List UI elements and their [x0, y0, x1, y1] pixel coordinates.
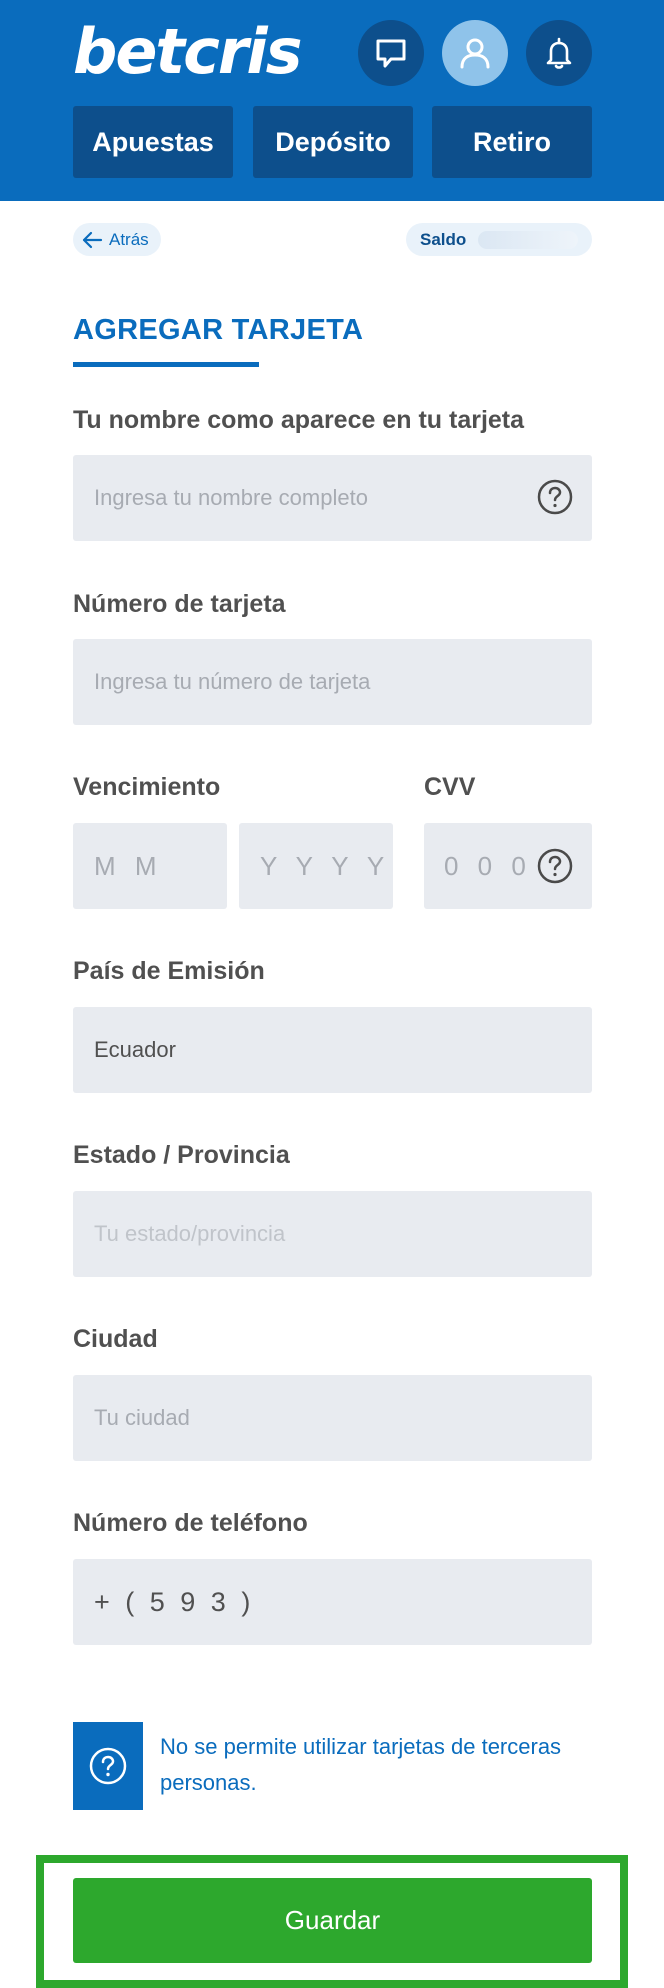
- expiry-year-placeholder: Y Y Y Y: [260, 850, 391, 881]
- title-underline: [73, 362, 259, 367]
- back-button[interactable]: Atrás: [73, 223, 161, 256]
- country-select[interactable]: Ecuador: [73, 1007, 592, 1093]
- top-header: betcris Apuestas Depósito Retiro: [0, 0, 664, 201]
- save-button[interactable]: Guardar: [73, 1878, 592, 1963]
- balance-label: Saldo: [420, 229, 467, 249]
- notifications-button[interactable]: [526, 20, 592, 86]
- name-placeholder: Ingresa tu nombre completo: [94, 485, 368, 510]
- chat-icon: [376, 39, 406, 68]
- expiry-label: Vencimiento: [73, 773, 221, 801]
- name-label: Tu nombre como aparece en tu tarjeta: [73, 406, 525, 434]
- question-icon: [89, 1747, 127, 1785]
- nav-deposito-button[interactable]: Depósito: [253, 106, 413, 178]
- phone-input[interactable]: + ( 5 9 3 ): [73, 1559, 592, 1645]
- state-label: Estado / Provincia: [73, 1141, 290, 1169]
- info-text: No se permite utilizar tarjetas de terce…: [160, 1734, 562, 1795]
- state-placeholder: Tu estado/provincia: [94, 1221, 286, 1246]
- phone-label: Número de teléfono: [73, 1509, 308, 1537]
- city-input[interactable]: Tu ciudad: [73, 1375, 592, 1461]
- card-number-input[interactable]: Ingresa tu número de tarjeta: [73, 639, 592, 725]
- cvv-help-icon[interactable]: [536, 847, 574, 885]
- balance-value-hidden: [478, 230, 579, 249]
- chat-button[interactable]: [358, 20, 424, 86]
- cvv-placeholder: 0 0 0: [444, 850, 532, 881]
- page-title: AGREGAR TARJETA: [73, 314, 364, 346]
- expiry-month-placeholder: M M: [94, 850, 163, 881]
- expiry-month-input[interactable]: M M: [73, 823, 227, 909]
- card-number-label: Número de tarjeta: [73, 590, 286, 618]
- arrow-left-icon: [82, 231, 103, 248]
- cvv-label: CVV: [424, 773, 476, 801]
- country-label: País de Emisión: [73, 957, 265, 985]
- info-box: [73, 1722, 143, 1810]
- balance-badge: Saldo: [406, 223, 592, 256]
- phone-prefix: + ( 5 9 3 ): [94, 1586, 255, 1617]
- back-label: Atrás: [109, 229, 149, 249]
- bell-icon: [546, 37, 572, 69]
- name-help-icon[interactable]: [536, 478, 574, 516]
- nav-retiro-button[interactable]: Retiro: [432, 106, 592, 178]
- user-icon: [460, 38, 490, 69]
- profile-button[interactable]: [442, 20, 508, 86]
- expiry-year-input[interactable]: Y Y Y Y: [239, 823, 393, 909]
- country-value: Ecuador: [94, 1037, 176, 1062]
- name-input[interactable]: Ingresa tu nombre completo: [73, 455, 592, 541]
- card-number-placeholder: Ingresa tu número de tarjeta: [94, 669, 371, 694]
- state-input[interactable]: Tu estado/provincia: [73, 1191, 592, 1277]
- city-placeholder: Tu ciudad: [94, 1405, 190, 1430]
- city-label: Ciudad: [73, 1325, 158, 1353]
- nav-apuestas-button[interactable]: Apuestas: [73, 106, 233, 178]
- betcris-logo[interactable]: betcris: [73, 14, 303, 90]
